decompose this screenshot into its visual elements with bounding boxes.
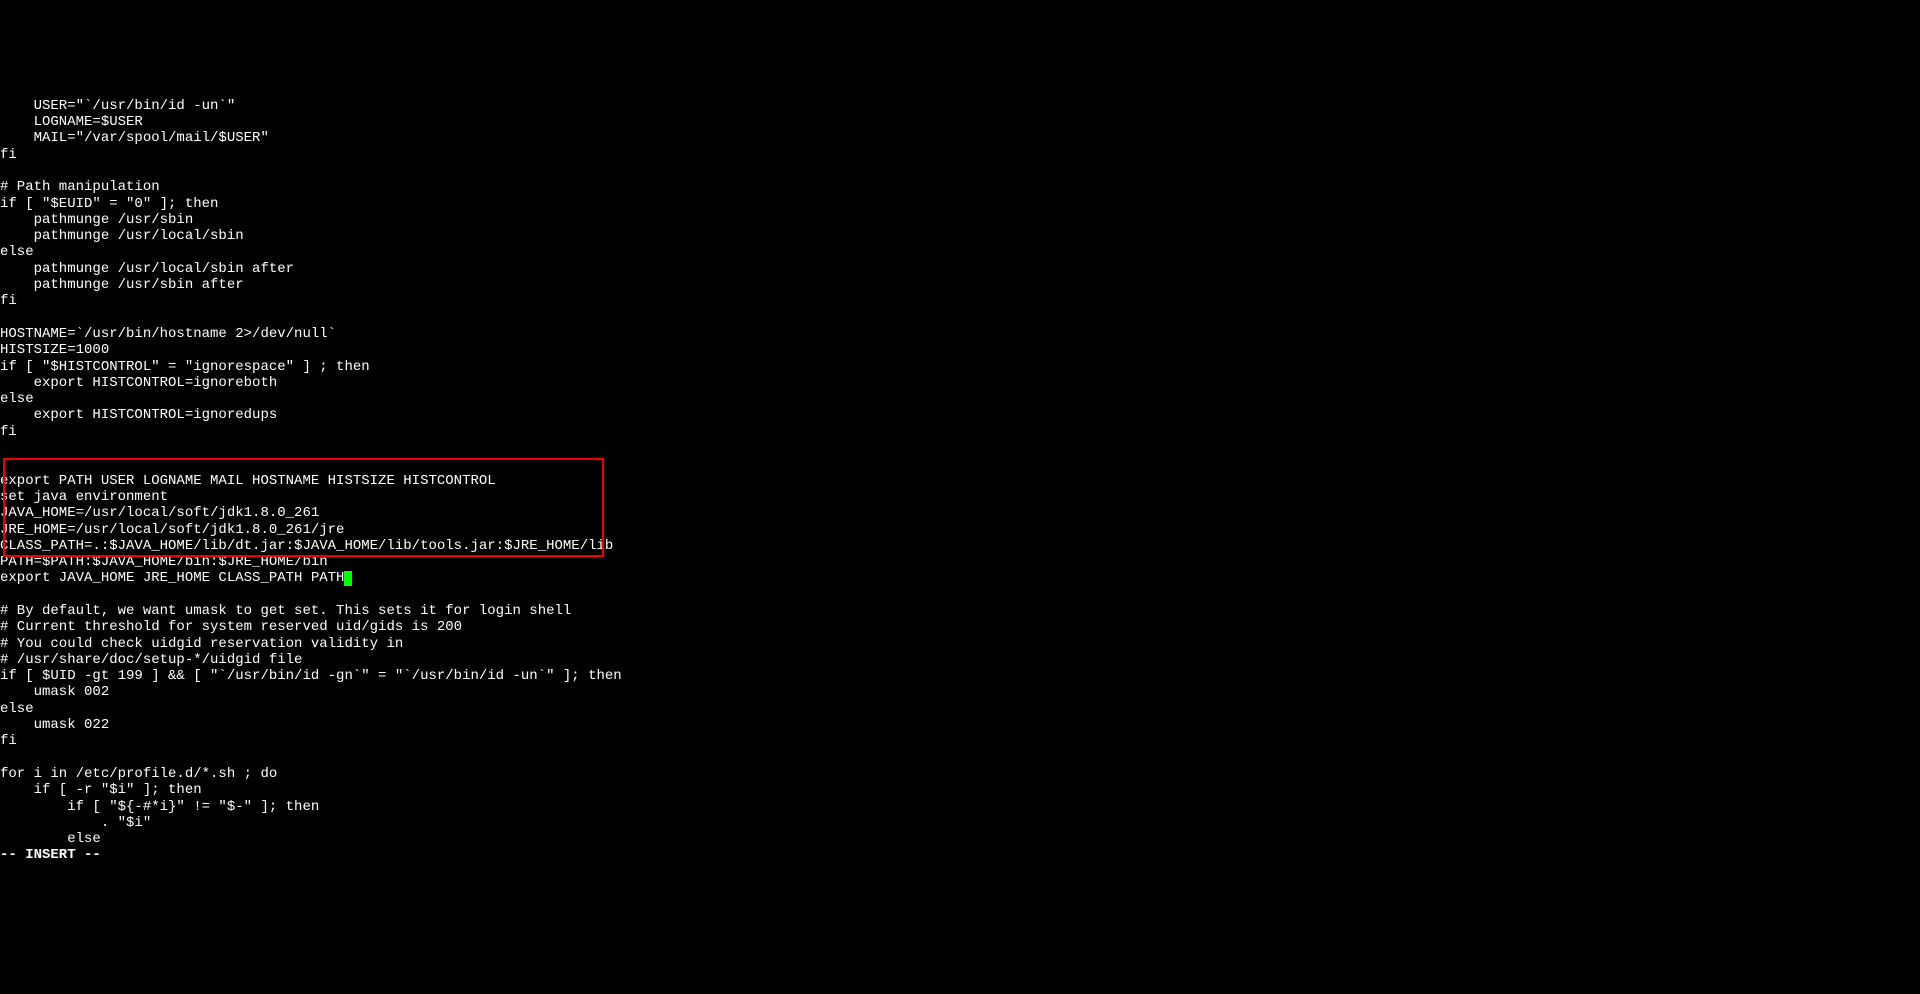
terminal-view[interactable]: USER="`/usr/bin/id -un`" LOGNAME=$USER M… xyxy=(0,65,1920,912)
editor-content[interactable]: USER="`/usr/bin/id -un`" LOGNAME=$USER M… xyxy=(0,98,1920,848)
editor-line[interactable]: fi xyxy=(0,424,1920,440)
editor-line[interactable]: JRE_HOME=/usr/local/soft/jdk1.8.0_261/jr… xyxy=(0,522,1920,538)
editor-line[interactable]: export HISTCONTROL=ignoredups xyxy=(0,407,1920,423)
editor-line[interactable]: LOGNAME=$USER xyxy=(0,114,1920,130)
editor-line[interactable]: else xyxy=(0,391,1920,407)
editor-line[interactable]: fi xyxy=(0,147,1920,163)
editor-line[interactable]: for i in /etc/profile.d/*.sh ; do xyxy=(0,766,1920,782)
editor-line[interactable]: PATH=$PATH:$JAVA_HOME/bin:$JRE_HOME/bin xyxy=(0,554,1920,570)
editor-line[interactable]: fi xyxy=(0,733,1920,749)
editor-line[interactable] xyxy=(0,587,1920,603)
editor-line[interactable]: pathmunge /usr/sbin xyxy=(0,212,1920,228)
editor-line[interactable]: # /usr/share/doc/setup-*/uidgid file xyxy=(0,652,1920,668)
editor-line[interactable]: pathmunge /usr/local/sbin after xyxy=(0,261,1920,277)
editor-line[interactable]: USER="`/usr/bin/id -un`" xyxy=(0,98,1920,114)
editor-line[interactable]: fi xyxy=(0,293,1920,309)
editor-line[interactable]: if [ "$HISTCONTROL" = "ignorespace" ] ; … xyxy=(0,359,1920,375)
editor-line[interactable] xyxy=(0,750,1920,766)
editor-line[interactable]: umask 002 xyxy=(0,684,1920,700)
editor-line[interactable]: set java environment xyxy=(0,489,1920,505)
editor-line[interactable]: HISTSIZE=1000 xyxy=(0,342,1920,358)
editor-line[interactable]: umask 022 xyxy=(0,717,1920,733)
vim-status-line: -- INSERT -- xyxy=(0,847,1920,863)
editor-line[interactable]: # By default, we want umask to get set. … xyxy=(0,603,1920,619)
editor-line[interactable]: else xyxy=(0,831,1920,847)
text-cursor xyxy=(344,571,352,586)
editor-line[interactable]: export JAVA_HOME JRE_HOME CLASS_PATH PAT… xyxy=(0,570,1920,586)
editor-line[interactable]: export HISTCONTROL=ignoreboth xyxy=(0,375,1920,391)
editor-line[interactable]: else xyxy=(0,701,1920,717)
editor-line[interactable]: if [ -r "$i" ]; then xyxy=(0,782,1920,798)
editor-line[interactable] xyxy=(0,440,1920,456)
editor-line[interactable]: pathmunge /usr/local/sbin xyxy=(0,228,1920,244)
editor-line[interactable]: pathmunge /usr/sbin after xyxy=(0,277,1920,293)
editor-line[interactable]: CLASS_PATH=.:$JAVA_HOME/lib/dt.jar:$JAVA… xyxy=(0,538,1920,554)
editor-line[interactable]: # Current threshold for system reserved … xyxy=(0,619,1920,635)
editor-line[interactable]: . "$i" xyxy=(0,815,1920,831)
editor-line[interactable] xyxy=(0,163,1920,179)
editor-line[interactable]: export PATH USER LOGNAME MAIL HOSTNAME H… xyxy=(0,473,1920,489)
editor-line[interactable] xyxy=(0,456,1920,472)
editor-line[interactable]: else xyxy=(0,244,1920,260)
editor-line[interactable]: # Path manipulation xyxy=(0,179,1920,195)
editor-line[interactable] xyxy=(0,310,1920,326)
editor-line[interactable]: MAIL="/var/spool/mail/$USER" xyxy=(0,130,1920,146)
editor-line[interactable]: HOSTNAME=`/usr/bin/hostname 2>/dev/null` xyxy=(0,326,1920,342)
editor-line[interactable]: JAVA_HOME=/usr/local/soft/jdk1.8.0_261 xyxy=(0,505,1920,521)
editor-line[interactable]: # You could check uidgid reservation val… xyxy=(0,636,1920,652)
editor-line[interactable]: if [ "$EUID" = "0" ]; then xyxy=(0,196,1920,212)
editor-line[interactable]: if [ $UID -gt 199 ] && [ "`/usr/bin/id -… xyxy=(0,668,1920,684)
editor-line[interactable]: if [ "${-#*i}" != "$-" ]; then xyxy=(0,799,1920,815)
